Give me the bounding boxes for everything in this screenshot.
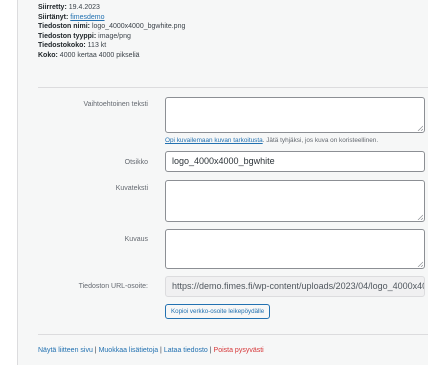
alt-text-help-link[interactable]: Opi kuvailemaan kuvan tarkoitusta bbox=[165, 137, 263, 144]
edit-details-link[interactable]: Muokkaa lisätietoja bbox=[99, 347, 159, 354]
file-name-row: Tiedoston nimi: logo_4000x4000_bgwhite.p… bbox=[38, 22, 185, 32]
title-label: Otsikko bbox=[124, 159, 148, 166]
file-name-value: logo_4000x4000_bgwhite.png bbox=[91, 23, 186, 31]
dimensions-row: Koko: 4000 kertaa 4000 pikseliä bbox=[38, 51, 185, 61]
alt-text-help-text: . Jätä tyhjäksi, jos kuva on koristeelli… bbox=[262, 137, 379, 144]
description-textarea[interactable] bbox=[165, 229, 425, 269]
title-input[interactable]: logo_4000x4000_bgwhite bbox=[165, 151, 425, 172]
attachment-actions: Näytä liitteen sivu | Muokkaa lisätietoj… bbox=[38, 347, 264, 354]
file-name-label: Tiedoston nimi: bbox=[38, 23, 90, 31]
file-size-value: 113 kt bbox=[87, 42, 107, 50]
delete-permanently-link[interactable]: Poista pysyvästi bbox=[214, 347, 264, 354]
file-details: Siirretty: 19.4.2023 Siirtänyt: fimesdem… bbox=[38, 3, 185, 61]
uploaded-label: Siirretty: bbox=[38, 4, 67, 11]
resize-grip-icon[interactable] bbox=[417, 214, 423, 220]
uploaded-value: 19.4.2023 bbox=[68, 4, 100, 11]
copy-url-button[interactable]: Kopioi verkko-osoite leikepöydälle bbox=[165, 304, 271, 319]
dimensions-label: Koko: bbox=[38, 51, 58, 59]
caption-label: Kuvateksti bbox=[115, 185, 148, 192]
download-file-link[interactable]: Lataa tiedosto bbox=[164, 347, 208, 354]
alt-text-label: Vaihtoehtoinen teksti bbox=[83, 101, 148, 108]
file-type-row: Tiedoston tyyppi: image/png bbox=[38, 32, 185, 42]
file-size-label: Tiedostokoko: bbox=[38, 42, 86, 50]
view-attachment-link[interactable]: Näytä liitteen sivu bbox=[38, 347, 93, 354]
uploaded-by-link[interactable]: fimesdemo bbox=[70, 14, 104, 21]
description-label: Kuvaus bbox=[124, 236, 148, 243]
details-divider bbox=[38, 87, 428, 88]
uploaded-by-row: Siirtänyt: fimesdemo bbox=[38, 13, 185, 23]
file-type-label: Tiedoston tyyppi: bbox=[38, 32, 97, 40]
alt-text-help: Opi kuvailemaan kuvan tarkoitusta. Jätä … bbox=[165, 137, 378, 144]
caption-textarea[interactable] bbox=[165, 180, 425, 222]
dimensions-value: 4000 kertaa 4000 pikseliä bbox=[59, 51, 140, 59]
file-url-label: Tiedoston URL-osoite: bbox=[78, 283, 148, 290]
uploaded-row: Siirretty: 19.4.2023 bbox=[38, 3, 185, 13]
file-size-row: Tiedostokoko: 113 kt bbox=[38, 41, 185, 51]
uploaded-by-label: Siirtänyt: bbox=[38, 13, 69, 21]
alt-text-textarea[interactable] bbox=[165, 97, 425, 133]
file-url-input[interactable]: https://demo.fimes.fi/wp-content/uploads… bbox=[165, 276, 425, 297]
actions-divider bbox=[38, 334, 428, 335]
file-type-value: image/png bbox=[98, 32, 131, 40]
resize-grip-icon[interactable] bbox=[417, 125, 423, 131]
resize-grip-icon[interactable] bbox=[417, 261, 423, 267]
